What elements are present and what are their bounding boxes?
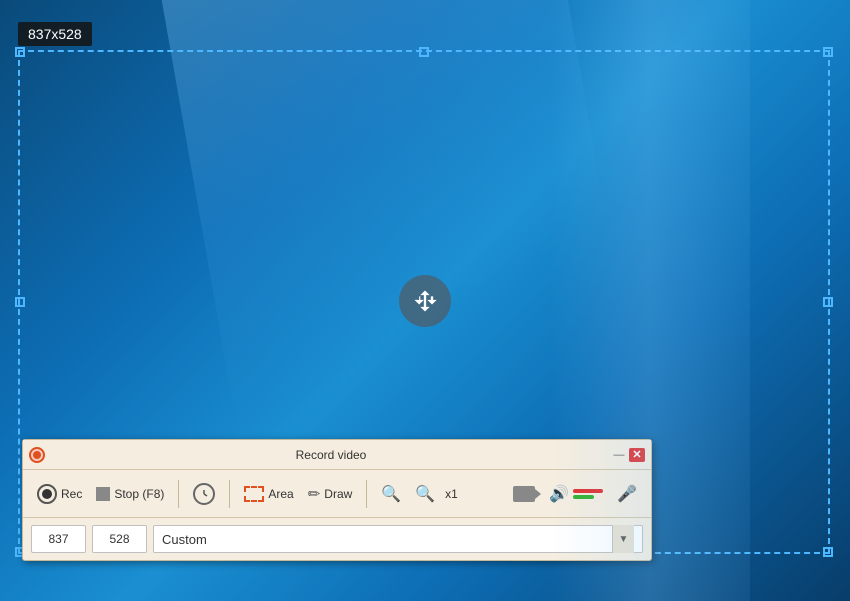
area-button[interactable]: Area <box>240 484 297 504</box>
stop-icon <box>96 487 110 501</box>
separator-3 <box>366 480 367 508</box>
speaker-icon: 🔊 <box>549 484 569 504</box>
volume-bars <box>573 489 603 499</box>
preset-label: Custom <box>162 532 207 547</box>
pencil-icon: ✏ <box>308 485 321 503</box>
handle-middle-right[interactable] <box>823 297 833 307</box>
handle-bottom-right[interactable] <box>823 547 833 557</box>
timer-button[interactable] <box>189 481 219 507</box>
draw-button[interactable]: ✏ Draw <box>304 483 357 505</box>
zoom-in-button[interactable]: 🔍 <box>377 482 405 506</box>
window-title: Record video <box>51 448 611 462</box>
rec-dot-icon <box>42 489 52 499</box>
move-svg-icon <box>411 287 439 315</box>
separator-1 <box>178 480 179 508</box>
timer-svg <box>198 488 210 500</box>
width-input[interactable] <box>31 525 86 553</box>
desktop: 837x528 Record video — ✕ <box>0 0 850 601</box>
zoom-out-button[interactable]: 🔍 <box>411 482 439 506</box>
dropdown-arrow-icon[interactable]: ▼ <box>612 525 634 553</box>
rec-circle-icon <box>37 484 57 504</box>
zoom-in-icon: 🔍 <box>381 484 401 504</box>
title-bar-controls: — ✕ <box>611 448 645 462</box>
camera-button[interactable] <box>509 484 539 504</box>
minimize-button[interactable]: — <box>611 448 627 462</box>
handle-top-left[interactable] <box>15 47 25 57</box>
rec-button[interactable]: Rec <box>33 482 86 506</box>
stop-button[interactable]: Stop (F8) <box>92 485 168 503</box>
microphone-button[interactable]: 🎤 <box>613 482 641 506</box>
app-icon <box>29 447 45 463</box>
height-input[interactable] <box>92 525 147 553</box>
zoom-out-icon: 🔍 <box>415 484 435 504</box>
handle-top-right[interactable] <box>823 47 833 57</box>
area-label: Area <box>268 487 293 501</box>
speaker-button[interactable]: 🔊 <box>545 482 607 506</box>
microphone-icon: 🎤 <box>617 484 637 504</box>
draw-label: Draw <box>324 487 352 501</box>
dimension-label: 837x528 <box>18 22 92 46</box>
stop-label: Stop (F8) <box>114 487 164 501</box>
volume-bar-red <box>573 489 603 493</box>
zoom-level-label: x1 <box>445 487 458 501</box>
close-button[interactable]: ✕ <box>629 448 645 462</box>
bottom-bar: Custom ▼ <box>23 518 651 560</box>
volume-bar-green <box>573 495 594 499</box>
move-cursor-icon <box>399 275 451 327</box>
toolbar: Rec Stop (F8) Area <box>23 470 651 518</box>
title-bar-left <box>29 447 51 463</box>
separator-2 <box>229 480 230 508</box>
rec-label: Rec <box>61 487 82 501</box>
handle-middle-left[interactable] <box>15 297 25 307</box>
timer-icon <box>193 483 215 505</box>
handle-top-middle[interactable] <box>419 47 429 57</box>
record-panel: Record video — ✕ Rec Stop (F8) <box>22 439 652 561</box>
title-bar: Record video — ✕ <box>23 440 651 470</box>
preset-dropdown[interactable]: Custom ▼ <box>153 525 643 553</box>
area-icon <box>244 486 264 502</box>
camera-icon <box>513 486 535 502</box>
right-icons: 🔊 🎤 <box>509 482 641 506</box>
